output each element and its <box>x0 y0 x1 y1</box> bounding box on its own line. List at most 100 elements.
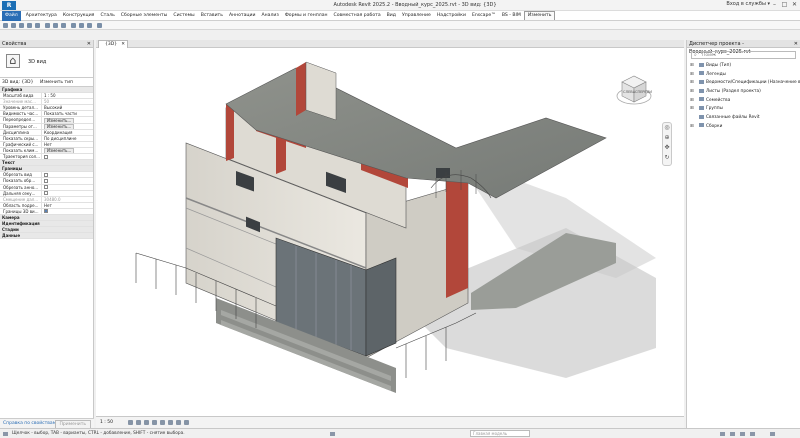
property-checkbox[interactable] <box>44 154 48 159</box>
view-tab-3d[interactable]: {3D} ✕ <box>98 40 128 48</box>
sun-path-icon[interactable] <box>144 420 149 425</box>
property-value[interactable]: 1 : 50 <box>42 93 93 98</box>
tab-analyze[interactable]: Анализ <box>259 11 282 21</box>
select-underlay-icon[interactable] <box>730 432 735 436</box>
expand-icon[interactable]: ⊞ <box>690 79 694 88</box>
model-selector[interactable]: Главная модель <box>470 430 530 437</box>
view-cube[interactable]: СЛЕВА СПЕРЕДИ <box>614 70 654 110</box>
save-icon[interactable] <box>11 22 16 28</box>
tab-bs-bim[interactable]: BS - BIM <box>499 11 524 21</box>
property-checkbox[interactable] <box>44 185 48 189</box>
zoom-icon[interactable]: ⊕ <box>663 133 671 143</box>
property-value[interactable]: Изменить... <box>42 117 93 123</box>
tab-structure[interactable]: Конструкция <box>60 11 98 21</box>
expand-icon[interactable]: ⊞ <box>690 123 694 132</box>
select-by-face-icon[interactable] <box>750 432 755 436</box>
property-value[interactable] <box>42 154 93 159</box>
browser-item[interactable]: ⊞ Семейства <box>687 97 800 106</box>
close-icon[interactable]: ✕ <box>791 1 798 8</box>
property-checkbox[interactable] <box>44 191 48 196</box>
tab-addins[interactable]: Надстройки <box>434 11 469 21</box>
redo-icon[interactable] <box>27 22 32 28</box>
property-category[interactable]: Данные <box>0 233 93 240</box>
tab-insert[interactable]: Вставить <box>198 11 226 21</box>
building-model[interactable] <box>96 48 684 416</box>
instance-dropdown[interactable]: 3D вид: {3D} <box>2 80 33 85</box>
section-icon[interactable] <box>79 22 84 28</box>
tab-architecture[interactable]: Архитектура <box>23 11 60 21</box>
property-value[interactable] <box>42 209 93 214</box>
property-value[interactable]: Нет <box>42 142 93 147</box>
revit-logo-icon[interactable]: R <box>2 1 16 10</box>
tab-manage[interactable]: Управление <box>399 11 434 21</box>
edit-type-button[interactable]: Изменить тип <box>40 79 73 86</box>
print-icon[interactable] <box>35 22 40 28</box>
worksets-icon[interactable] <box>330 432 335 436</box>
properties-close-icon[interactable]: ✕ <box>87 40 91 48</box>
visual-style-icon[interactable] <box>136 420 141 425</box>
property-value[interactable]: Показать части <box>42 111 93 116</box>
tab-massing[interactable]: Формы и генплан <box>282 11 331 21</box>
crop-icon[interactable] <box>168 420 173 425</box>
tab-collaborate[interactable]: Совместная работа <box>331 11 384 21</box>
dimension-icon[interactable] <box>53 22 58 28</box>
open-icon[interactable] <box>3 22 8 28</box>
expand-icon[interactable]: ⊞ <box>690 105 694 114</box>
edit-property-button[interactable]: Изменить... <box>44 124 75 129</box>
tab-systems[interactable]: Системы <box>170 11 197 21</box>
tab-file[interactable]: Файл <box>2 10 21 21</box>
property-value[interactable]: 30480.0 <box>42 197 93 202</box>
minimize-icon[interactable]: – <box>771 1 778 8</box>
browser-item[interactable]: Связанные файлы Revit <box>687 114 800 123</box>
select-pinned-icon[interactable] <box>740 432 745 436</box>
view-tab-close-icon[interactable]: ✕ <box>121 41 125 48</box>
signin-button[interactable]: Вход в службы ▾ <box>726 1 770 7</box>
browser-item[interactable]: ⊞ Виды (Тип) <box>687 62 800 71</box>
expand-icon[interactable]: ⊞ <box>690 88 694 97</box>
browser-search-input[interactable]: ⌕ Поиск <box>691 51 796 59</box>
expand-icon[interactable]: ⊞ <box>690 62 694 71</box>
type-selector[interactable]: ⌂ 3D вид <box>0 48 93 78</box>
undo-icon[interactable] <box>19 22 24 28</box>
expand-icon[interactable]: ⊞ <box>690 97 694 106</box>
maximize-icon[interactable]: □ <box>781 1 788 8</box>
property-value[interactable]: 50 <box>42 99 93 104</box>
property-value[interactable]: Высокий <box>42 105 93 110</box>
detail-level-icon[interactable] <box>128 420 133 425</box>
property-value[interactable] <box>42 191 93 196</box>
view-scale[interactable]: 1 : 50 <box>100 419 113 426</box>
browser-item[interactable]: ⊞ Листы (Раздел проекта) <box>687 88 800 97</box>
browser-item[interactable]: ⊞ Группы <box>687 105 800 114</box>
properties-help-link[interactable]: Справка по свойствам <box>3 421 56 426</box>
lock-view-icon[interactable] <box>176 420 181 425</box>
property-value[interactable]: Изменить... <box>42 148 93 154</box>
filter-icon[interactable] <box>770 432 775 436</box>
property-value[interactable] <box>42 178 93 183</box>
measure-icon[interactable] <box>45 22 50 28</box>
property-checkbox[interactable] <box>44 209 48 214</box>
close-windows-icon[interactable] <box>97 22 102 28</box>
thin-lines-icon[interactable] <box>87 22 92 28</box>
shadows-icon[interactable] <box>152 420 157 425</box>
browser-item[interactable]: ⊞ Сборки <box>687 123 800 132</box>
edit-property-button[interactable]: Изменить... <box>44 148 75 154</box>
browser-item[interactable]: ⊞ Ведомости/Спецификации (Назначение в... <box>687 79 800 88</box>
steering-wheel-icon[interactable]: ◎ <box>663 123 671 133</box>
3d-view-icon[interactable] <box>71 22 76 28</box>
property-value[interactable]: Изменить... <box>42 124 93 129</box>
pan-icon[interactable]: ✥ <box>663 143 671 153</box>
tab-view[interactable]: Вид <box>384 11 399 21</box>
expand-icon[interactable]: ⊞ <box>690 71 694 80</box>
property-checkbox[interactable] <box>44 178 48 183</box>
tab-modify[interactable]: Изменить <box>523 11 556 20</box>
orbit-icon[interactable]: ↻ <box>663 153 671 163</box>
tab-precast[interactable]: Сборные элементы <box>118 11 171 21</box>
property-value[interactable]: Координация <box>42 130 93 135</box>
select-links-icon[interactable] <box>720 432 725 436</box>
tab-annotate[interactable]: Аннотации <box>226 11 259 21</box>
3d-viewport[interactable]: СЛЕВА СПЕРЕДИ ◎ ⊕ ✥ ↻ <box>96 48 684 416</box>
property-value[interactable] <box>42 185 93 190</box>
rendering-icon[interactable] <box>160 420 165 425</box>
property-checkbox[interactable] <box>44 172 48 177</box>
hide-isolate-icon[interactable] <box>184 420 189 425</box>
